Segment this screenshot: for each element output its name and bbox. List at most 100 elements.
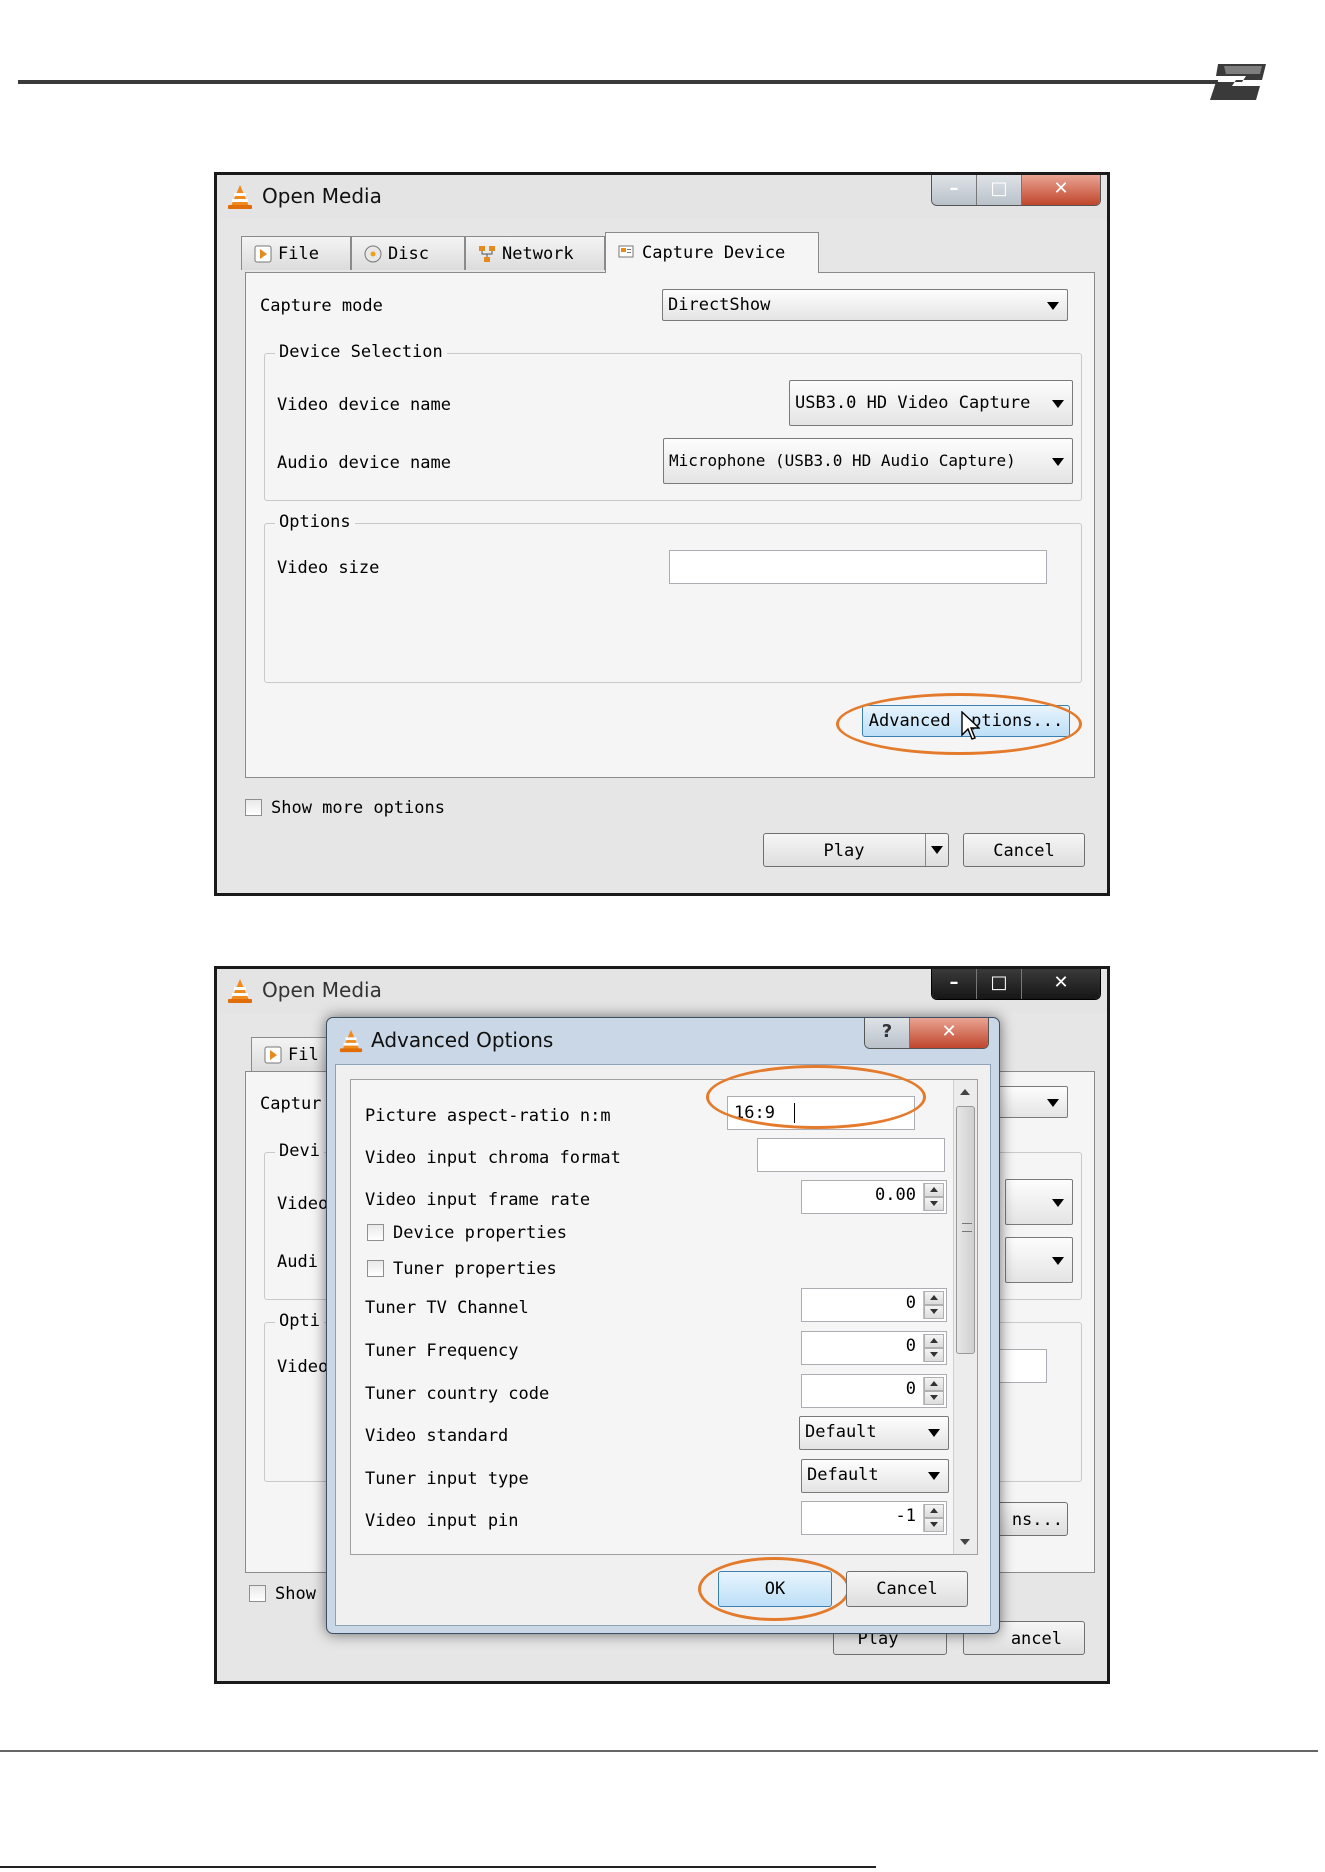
title-bar[interactable]: Open Media – □ ✕ [217, 969, 1107, 1013]
tab-label: Network [502, 244, 574, 264]
chevron-down-icon [1052, 1257, 1064, 1265]
chroma-format-label: Video input chroma format [365, 1148, 621, 1168]
frequency-label: Tuner Frequency [365, 1341, 519, 1361]
options-scroll-area[interactable]: Picture aspect-ratio n:m 16:9 Video inpu… [350, 1079, 978, 1555]
chroma-format-input[interactable] [757, 1138, 945, 1172]
dialog-controls: ? ✕ [864, 1018, 989, 1049]
spin-up-icon[interactable] [924, 1504, 944, 1518]
tuner-input-type-select[interactable]: Default [801, 1459, 949, 1493]
tab-network[interactable]: Network [465, 236, 605, 270]
scroll-up-icon[interactable] [954, 1082, 977, 1102]
help-icon: ? [881, 1021, 893, 1042]
advanced-options-label: ns... [1011, 1510, 1063, 1530]
device-properties-checkbox[interactable] [367, 1224, 384, 1241]
show-more-options-label: Show [275, 1584, 316, 1604]
minimize-button[interactable]: – [932, 969, 976, 999]
frequency-spinbox[interactable]: 0 [801, 1331, 947, 1365]
spin-buttons [923, 1291, 944, 1319]
close-button[interactable]: ✕ [1021, 969, 1100, 999]
spin-down-icon[interactable] [924, 1518, 944, 1532]
tab-file[interactable]: File [241, 236, 351, 270]
disc-icon [364, 245, 382, 263]
window-controls: – □ ✕ [931, 175, 1101, 206]
ok-label: OK [764, 1579, 786, 1599]
video-standard-select[interactable]: Default [799, 1416, 949, 1450]
spin-up-icon[interactable] [924, 1291, 944, 1305]
tv-channel-value: 0 [905, 1293, 916, 1313]
capture-mode-select[interactable]: DirectShow [662, 289, 1068, 321]
spin-up-icon[interactable] [924, 1183, 944, 1197]
spin-up-icon[interactable] [924, 1377, 944, 1391]
scroll-thumb[interactable] [956, 1106, 975, 1354]
close-button[interactable]: ✕ [909, 1018, 988, 1048]
spin-down-icon[interactable] [924, 1348, 944, 1362]
tab-label: Capture Device [642, 243, 786, 263]
window-title: Open Media [262, 978, 382, 1002]
audio-device-select[interactable] [1005, 1237, 1073, 1283]
device-selection-group: Device Selection Video device name USB3.… [264, 342, 1082, 501]
window-title: Open Media [262, 184, 382, 208]
spin-down-icon[interactable] [924, 1391, 944, 1405]
frame-rate-value: 0.00 [875, 1185, 916, 1205]
cancel-label: Cancel [993, 841, 1055, 861]
chevron-down-icon [1052, 1199, 1064, 1207]
cancel-button[interactable]: Cancel [963, 833, 1085, 867]
play-label: Play [823, 841, 865, 861]
tab-disc[interactable]: Disc [351, 236, 465, 270]
video-device-label: Video device name [277, 395, 451, 415]
maximize-icon: □ [990, 972, 1008, 993]
video-device-select[interactable]: USB3.0 HD Video Capture [789, 380, 1073, 426]
dialog-title: Advanced Options [371, 1028, 554, 1052]
chevron-down-icon [931, 846, 943, 854]
spin-up-icon[interactable] [924, 1334, 944, 1348]
minimize-icon: – [949, 972, 959, 993]
spin-buttons [923, 1504, 944, 1532]
capture-device-icon [618, 245, 634, 258]
maximize-button[interactable]: □ [976, 175, 1021, 205]
help-button[interactable]: ? [865, 1018, 909, 1048]
show-more-options-checkbox[interactable] [245, 799, 262, 816]
vlc-cone-icon [339, 1029, 363, 1053]
frame-rate-label: Video input frame rate [365, 1190, 591, 1210]
chevron-down-icon [1047, 1099, 1059, 1107]
maximize-button[interactable]: □ [976, 969, 1021, 999]
chevron-down-icon [1052, 400, 1064, 408]
tv-channel-spinbox[interactable]: 0 [801, 1288, 947, 1322]
input-pin-spinbox[interactable]: -1 [801, 1501, 947, 1535]
tab-label: Disc [388, 244, 429, 264]
video-size-input[interactable] [669, 550, 1047, 584]
spin-buttons [923, 1334, 944, 1362]
scroll-down-icon[interactable] [954, 1532, 977, 1552]
minimize-icon: – [949, 178, 959, 199]
chevron-down-icon [1047, 302, 1059, 310]
frequency-value: 0 [905, 1336, 916, 1356]
vertical-scrollbar[interactable] [953, 1080, 977, 1554]
minimize-button[interactable]: – [932, 175, 976, 205]
video-standard-label: Video standard [365, 1426, 509, 1446]
aspect-ratio-input[interactable]: 16:9 [727, 1096, 915, 1130]
title-bar[interactable]: Open Media – □ ✕ [217, 175, 1107, 219]
audio-device-select[interactable]: Microphone (USB3.0 HD Audio Capture) [663, 438, 1073, 484]
close-button[interactable]: ✕ [1021, 175, 1100, 205]
spin-down-icon[interactable] [924, 1305, 944, 1319]
video-device-select[interactable] [1005, 1179, 1073, 1225]
play-button[interactable]: Play [763, 833, 949, 867]
audio-device-value: Microphone (USB3.0 HD Audio Capture) [669, 451, 1016, 470]
tab-capture-device[interactable]: Capture Device [605, 232, 819, 273]
vlc-cone-icon [228, 979, 252, 1003]
show-more-options-label: Show more options [271, 798, 445, 818]
chevron-down-icon [1052, 458, 1064, 466]
spin-down-icon[interactable] [924, 1197, 944, 1211]
input-pin-value: -1 [895, 1506, 916, 1526]
input-pin-label: Video input pin [365, 1511, 519, 1531]
play-dropdown-button[interactable] [925, 834, 948, 866]
ok-button[interactable]: OK [718, 1571, 832, 1607]
vlc-cone-icon [228, 185, 252, 209]
frame-rate-spinbox[interactable]: 0.00 [801, 1180, 947, 1214]
cancel-button[interactable]: Cancel [846, 1571, 968, 1607]
show-more-options-checkbox[interactable] [249, 1585, 266, 1602]
tuner-properties-checkbox[interactable] [367, 1260, 384, 1277]
country-code-spinbox[interactable]: 0 [801, 1374, 947, 1408]
device-selection-title: Devi [275, 1141, 324, 1161]
close-icon: ✕ [1053, 972, 1069, 993]
